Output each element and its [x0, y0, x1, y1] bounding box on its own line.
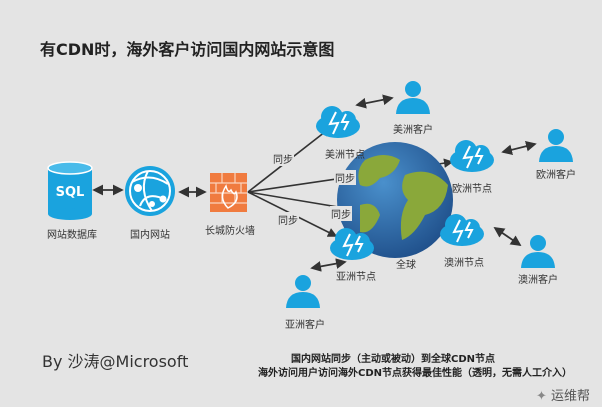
- eu-node-cloud-icon: [450, 140, 494, 172]
- watermark-text: 运维帮: [551, 389, 591, 404]
- firewall-icon: [210, 173, 247, 212]
- eu-client-label: 欧洲客户: [536, 170, 576, 181]
- diagram-title: 有CDN时，海外客户访问国内网站示意图: [40, 40, 335, 59]
- author-credit: By 沙涛@Microsoft: [42, 352, 189, 371]
- arrow-us: [355, 94, 394, 109]
- arrow-eu: [501, 140, 537, 156]
- sync-label-us: 同步: [272, 151, 294, 166]
- website-globe-icon: [125, 166, 175, 216]
- sync-label-eu: 同步: [334, 170, 356, 185]
- asia-node-label: 亚洲节点: [336, 272, 376, 283]
- eu-client-user-icon: [539, 129, 573, 162]
- us-node-label: 美洲节点: [325, 150, 365, 161]
- au-node-label: 澳洲节点: [444, 258, 484, 269]
- us-node-cloud-icon: [316, 106, 360, 138]
- globe-label: 全球: [396, 260, 416, 271]
- sync-label-asia: 同步: [277, 212, 299, 227]
- au-client-label: 澳洲客户: [518, 275, 558, 286]
- sync-label-au: 同步: [330, 206, 352, 221]
- asia-client-label: 亚洲客户: [285, 320, 325, 331]
- wechat-icon: ✦: [536, 389, 547, 404]
- database-label: 网站数据库: [47, 230, 97, 241]
- diagram-graphics: SQL: [47, 81, 573, 308]
- sql-icon-text: SQL: [56, 185, 85, 200]
- watermark: ✦ 运维帮: [536, 385, 590, 404]
- au-client-user-icon: [521, 235, 555, 268]
- site-label: 国内网站: [130, 230, 170, 241]
- cdn-diagram: SQL 有CDN时，海外客户访问国内网站示意图 网站数据库 国内网站 长城防火墙…: [0, 0, 602, 407]
- us-client-label: 美洲客户: [393, 125, 433, 136]
- eu-node-label: 欧洲节点: [452, 184, 492, 195]
- firewall-label: 长城防火墙: [205, 226, 255, 237]
- asia-client-user-icon: [286, 275, 320, 308]
- footer-line-1: 国内网站同步（主动或被动）到全球CDN节点: [291, 354, 496, 365]
- arrow-au: [493, 226, 522, 247]
- us-client-user-icon: [396, 81, 430, 114]
- footer-line-2: 海外访问用户访问海外CDN节点获得最佳性能（透明，无需人工介入）: [258, 368, 573, 379]
